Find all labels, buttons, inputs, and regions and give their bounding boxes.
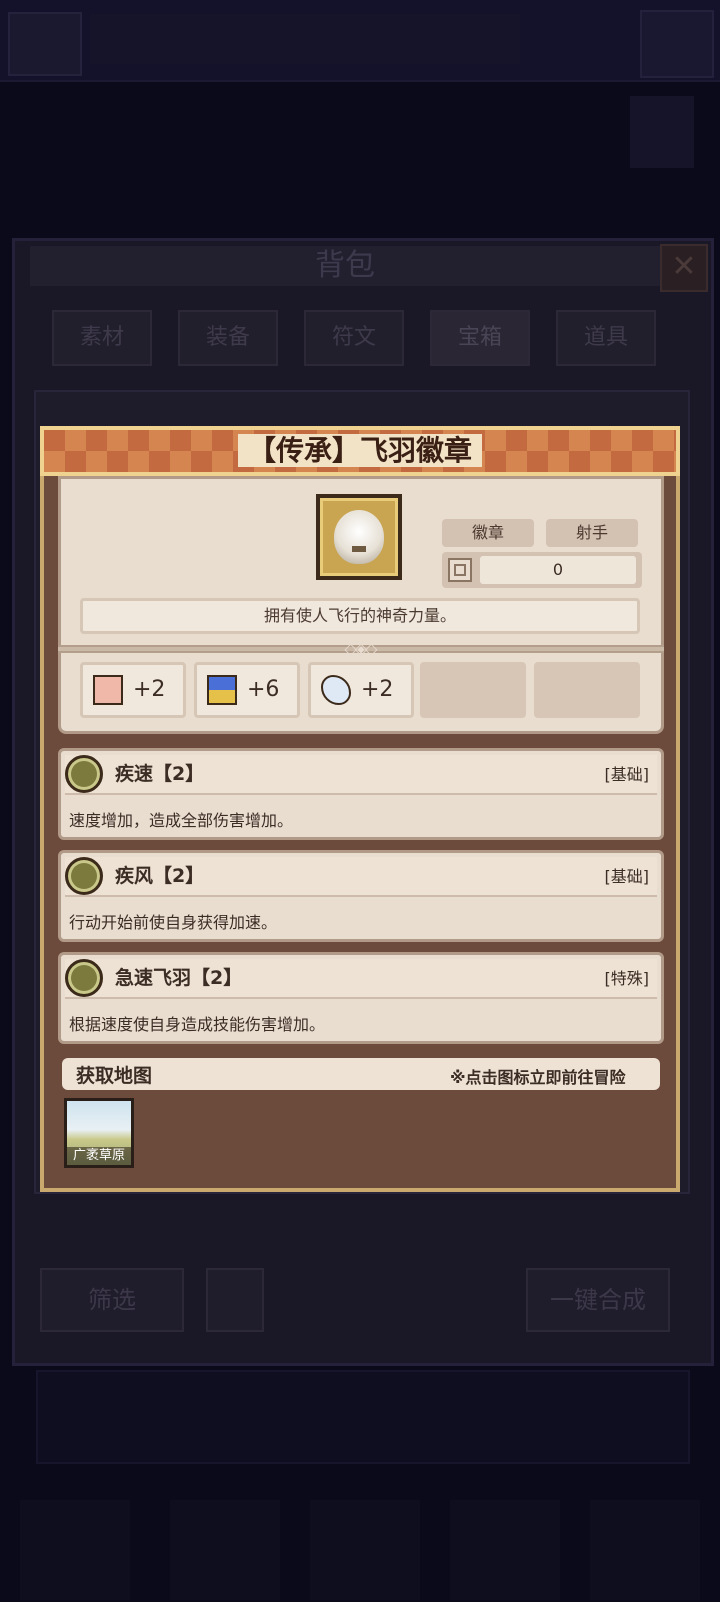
skill-description: 速度增加，造成全部伤害增加。 [69,811,294,830]
tab-runes[interactable]: 符文 [304,310,404,366]
speed-rune-icon [65,755,103,793]
stat-value: +2 [133,677,166,702]
skill-name: 疾风【2】 [115,865,205,887]
skill-card[interactable]: 疾风【2】 [基础] 行动开始前使自身获得加速。 [58,850,664,942]
backpack-title: 背包 [30,246,660,286]
nav-slot-3[interactable] [310,1500,420,1600]
tab-equipment[interactable]: 装备 [178,310,278,366]
feather-badge-icon [316,494,402,580]
stat-slot-empty-2 [534,662,640,718]
stat-slot-2: +6 [194,662,300,718]
skill-description: 根据速度使自身造成技能伤害增加。 [69,1015,326,1034]
item-title: 【传承】飞羽徽章 [237,434,482,467]
nav-slot-4[interactable] [450,1500,560,1600]
inventory-icon [448,558,472,582]
stat-slot-1: +2 [80,662,186,718]
tab-chests[interactable]: 宝箱 [430,310,530,366]
nav-slot-1[interactable] [20,1500,130,1600]
feather-badge-art [334,510,384,564]
stat-value: +6 [247,677,280,702]
nav-slot-2[interactable] [170,1500,280,1600]
map-label: 广袤草原 [67,1147,131,1165]
refresh-button[interactable] [206,1268,264,1332]
player-avatar[interactable] [8,12,82,76]
grassland-map-icon[interactable]: 广袤草原 [64,1098,134,1168]
skill-type: [特殊] [604,969,650,988]
stat-slot-3: +2 [308,662,414,718]
dialog-header: 【传承】飞羽徽章 [40,426,680,476]
tag-archer: 射手 [546,519,638,547]
skill-description: 行动开始前使自身获得加速。 [69,913,278,932]
fist-icon [93,675,123,705]
skill-type: [基础] [604,765,650,784]
feather-rune-icon [65,959,103,997]
feather-icon [321,675,351,705]
tab-materials[interactable]: 素材 [52,310,152,366]
tag-badge: 徽章 [442,519,534,547]
map-section-title: 获取地图 [76,1065,153,1087]
player-info-bar [90,14,520,64]
divider-ornament: ◇◈◇ [344,639,378,658]
skill-card[interactable]: 疾速【2】 [基础] 速度增加，造成全部伤害增加。 [58,748,664,840]
skill-name: 急速飞羽【2】 [115,967,243,989]
skill-name: 疾速【2】 [115,763,205,785]
item-description: 拥有使人飞行的神奇力量。 [80,598,640,634]
stat-slot-empty-1 [420,662,526,718]
owned-count: 0 [480,556,636,584]
skill-type: [基础] [604,867,650,886]
feather-badge-detail [352,546,366,552]
nav-slot-5[interactable] [590,1500,700,1600]
backpack-close-button[interactable]: ✕ [660,244,708,292]
side-chat-button[interactable] [630,96,694,168]
wind-rune-icon [65,857,103,895]
stat-value: +2 [361,677,394,702]
boot-icon [207,675,237,705]
one-click-merge-button[interactable]: 一键合成 [526,1268,670,1332]
skill-card[interactable]: 急速飞羽【2】 [特殊] 根据速度使自身造成技能伤害增加。 [58,952,664,1044]
lower-hud [36,1370,690,1464]
map-section-hint: ※点击图标立即前往冒险 [450,1068,626,1087]
filter-button[interactable]: 筛选 [40,1268,184,1332]
tab-items[interactable]: 道具 [556,310,656,366]
top-right-button[interactable] [640,10,714,78]
